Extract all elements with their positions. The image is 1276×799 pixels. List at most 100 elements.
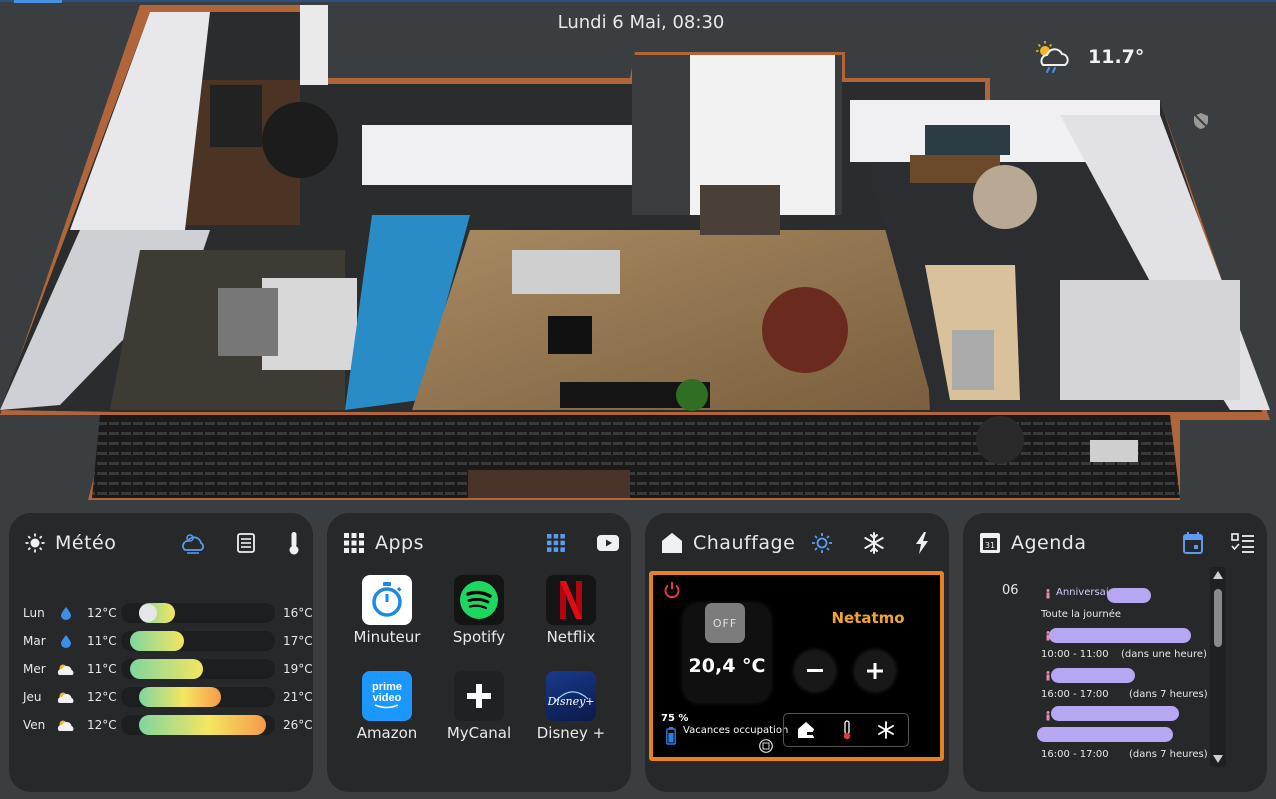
event-time: 16:00 - 17:00 <box>1041 689 1109 700</box>
forecast-day: Mer <box>23 662 46 676</box>
raindrop-icon <box>53 634 79 648</box>
redacted-text[interactable] <box>1051 706 1179 721</box>
forecast-day: Ven <box>23 718 46 732</box>
sun-icon <box>25 533 45 553</box>
heat-mode-icon[interactable] <box>811 532 833 554</box>
mode-label: Vacances occupation <box>683 725 789 736</box>
app-spotify[interactable]: Spotify <box>433 575 525 661</box>
temperature-range-fill <box>130 631 185 651</box>
forecast-max: 19°C <box>283 662 313 676</box>
temperature-range-fill <box>130 659 203 679</box>
outdoor-temperature: 11.7° <box>1088 46 1145 68</box>
temperature-range-fill <box>139 687 221 707</box>
thermostat-panel: OFF 20,4 °C Netatmo 75 % Vacances occupa… <box>649 571 944 761</box>
agenda-scrollbar[interactable] <box>1210 567 1226 767</box>
person-icon <box>1046 589 1050 599</box>
partly-cloudy-icon <box>53 663 79 676</box>
prime-video-icon: prime video <box>362 671 412 721</box>
forecast-row: Lun 12°C 16°C <box>23 599 313 627</box>
forecast-day: Mar <box>23 634 46 648</box>
youtube-icon[interactable] <box>597 535 619 551</box>
date-time: Lundi 6 Mai, 08:30 <box>557 12 725 33</box>
scroll-up-icon[interactable] <box>1213 571 1223 579</box>
forecast-row: Ven 12°C 26°C <box>23 711 313 739</box>
chauffage-title: Chauffage <box>693 532 796 554</box>
app-minuteur[interactable]: Minuteur <box>341 575 433 661</box>
scroll-down-icon[interactable] <box>1213 755 1223 763</box>
app-label: Spotify <box>452 628 506 646</box>
calendar-31-icon: 31 <box>979 532 1001 554</box>
disney-plus-icon: Disney+ <box>546 671 596 721</box>
meteo-card: Météo Lun 12°C 16°C Mar 11°C 17°C Mer 11… <box>9 513 313 792</box>
forecast-list: Lun 12°C 16°C Mar 11°C 17°C Mer 11°C 19°… <box>23 599 313 739</box>
lightning-icon[interactable] <box>915 532 929 554</box>
forecast-max: 16°C <box>283 606 313 620</box>
scrollbar-thumb[interactable] <box>1214 589 1222 647</box>
app-mycanal[interactable]: MyCanal <box>433 671 525 757</box>
apps-card: Apps Minuteur Spotify Netflix prime vide… <box>327 513 631 792</box>
prime-logo-line2: video <box>372 692 402 704</box>
temperature-range-bar <box>121 715 275 735</box>
chauffage-card: Chauffage OFF 20,4 °C Netatmo 75 % Vacan… <box>645 513 949 792</box>
app-amazon[interactable]: prime video Amazon <box>341 671 433 757</box>
current-weather[interactable]: 11.7° <box>1034 40 1144 74</box>
forecast-max: 21°C <box>283 690 313 704</box>
off-button[interactable]: OFF <box>705 603 745 643</box>
temperature-range-bar <box>121 603 275 623</box>
app-netflix[interactable]: Netflix <box>525 575 617 661</box>
event-relative-time: (dans 7 heures) <box>1129 689 1208 700</box>
svg-text:31: 31 <box>985 541 995 550</box>
thermostat-device: OFF 20,4 °C <box>683 603 771 703</box>
shield-icon[interactable] <box>1192 112 1210 134</box>
battery-percent: 75 % <box>661 713 689 724</box>
agenda-title: Agenda <box>1011 532 1087 554</box>
decrease-temp-button[interactable] <box>795 651 835 691</box>
app-label: Netflix <box>546 628 596 646</box>
forecast-min: 12°C <box>87 718 117 732</box>
forecast-min: 12°C <box>87 690 117 704</box>
temperature-range-bar <box>121 659 275 679</box>
snowflake-icon[interactable] <box>863 532 885 554</box>
device-name: Netatmo <box>831 609 905 627</box>
event-time: 10:00 - 11:00 <box>1041 649 1109 660</box>
calendar-view-icon[interactable] <box>1183 532 1203 554</box>
stopwatch-icon <box>362 575 412 625</box>
agenda-event-list: 06 Anniversair Toute la journée 10:00 - … <box>979 569 1211 765</box>
thermometer-icon[interactable] <box>287 531 301 555</box>
event-title[interactable]: Anniversair <box>1056 587 1113 598</box>
forecast-min: 12°C <box>87 606 117 620</box>
calendar-icon[interactable] <box>759 739 773 753</box>
event-relative-time: (dans 7 heures) <box>1129 749 1208 760</box>
frost-protection-icon[interactable] <box>877 721 895 739</box>
checklist-icon[interactable] <box>1231 532 1255 554</box>
agenda-card: 31 Agenda 06 Anniversair Toute la journé… <box>963 513 1267 792</box>
mode-buttons <box>783 713 909 747</box>
app-label: Amazon <box>356 724 418 742</box>
current-temperature: 20,4 °C <box>688 655 766 677</box>
floorplan-illustration <box>0 5 1270 500</box>
weather-forecast-icon[interactable] <box>181 532 205 554</box>
redacted-text[interactable] <box>1051 668 1135 683</box>
list-details-icon[interactable] <box>235 532 257 554</box>
temperature-range-fill <box>139 715 266 735</box>
forecast-max: 26°C <box>283 718 313 732</box>
increase-temp-button[interactable] <box>855 651 895 691</box>
away-home-icon[interactable] <box>797 721 817 739</box>
app-label: Disney + <box>536 724 606 742</box>
temperature-range-bar <box>121 687 275 707</box>
power-icon[interactable] <box>663 581 681 599</box>
meteo-title: Météo <box>55 532 117 554</box>
raindrop-icon <box>53 606 79 620</box>
apps-grid-icon[interactable] <box>547 534 565 552</box>
apps-title: Apps <box>375 532 425 554</box>
plus-icon <box>867 663 883 679</box>
rainy-sun-cloud-icon <box>1034 40 1074 74</box>
redacted-text <box>1037 727 1173 742</box>
event-time: Toute la journée <box>1041 609 1122 620</box>
grid-icon <box>343 532 365 554</box>
app-label: Minuteur <box>353 628 421 646</box>
redacted-text[interactable] <box>1049 628 1191 643</box>
app-disney-plus[interactable]: Disney+ Disney + <box>525 671 617 757</box>
thermometer-icon[interactable] <box>842 720 852 740</box>
forecast-day: Lun <box>23 606 45 620</box>
